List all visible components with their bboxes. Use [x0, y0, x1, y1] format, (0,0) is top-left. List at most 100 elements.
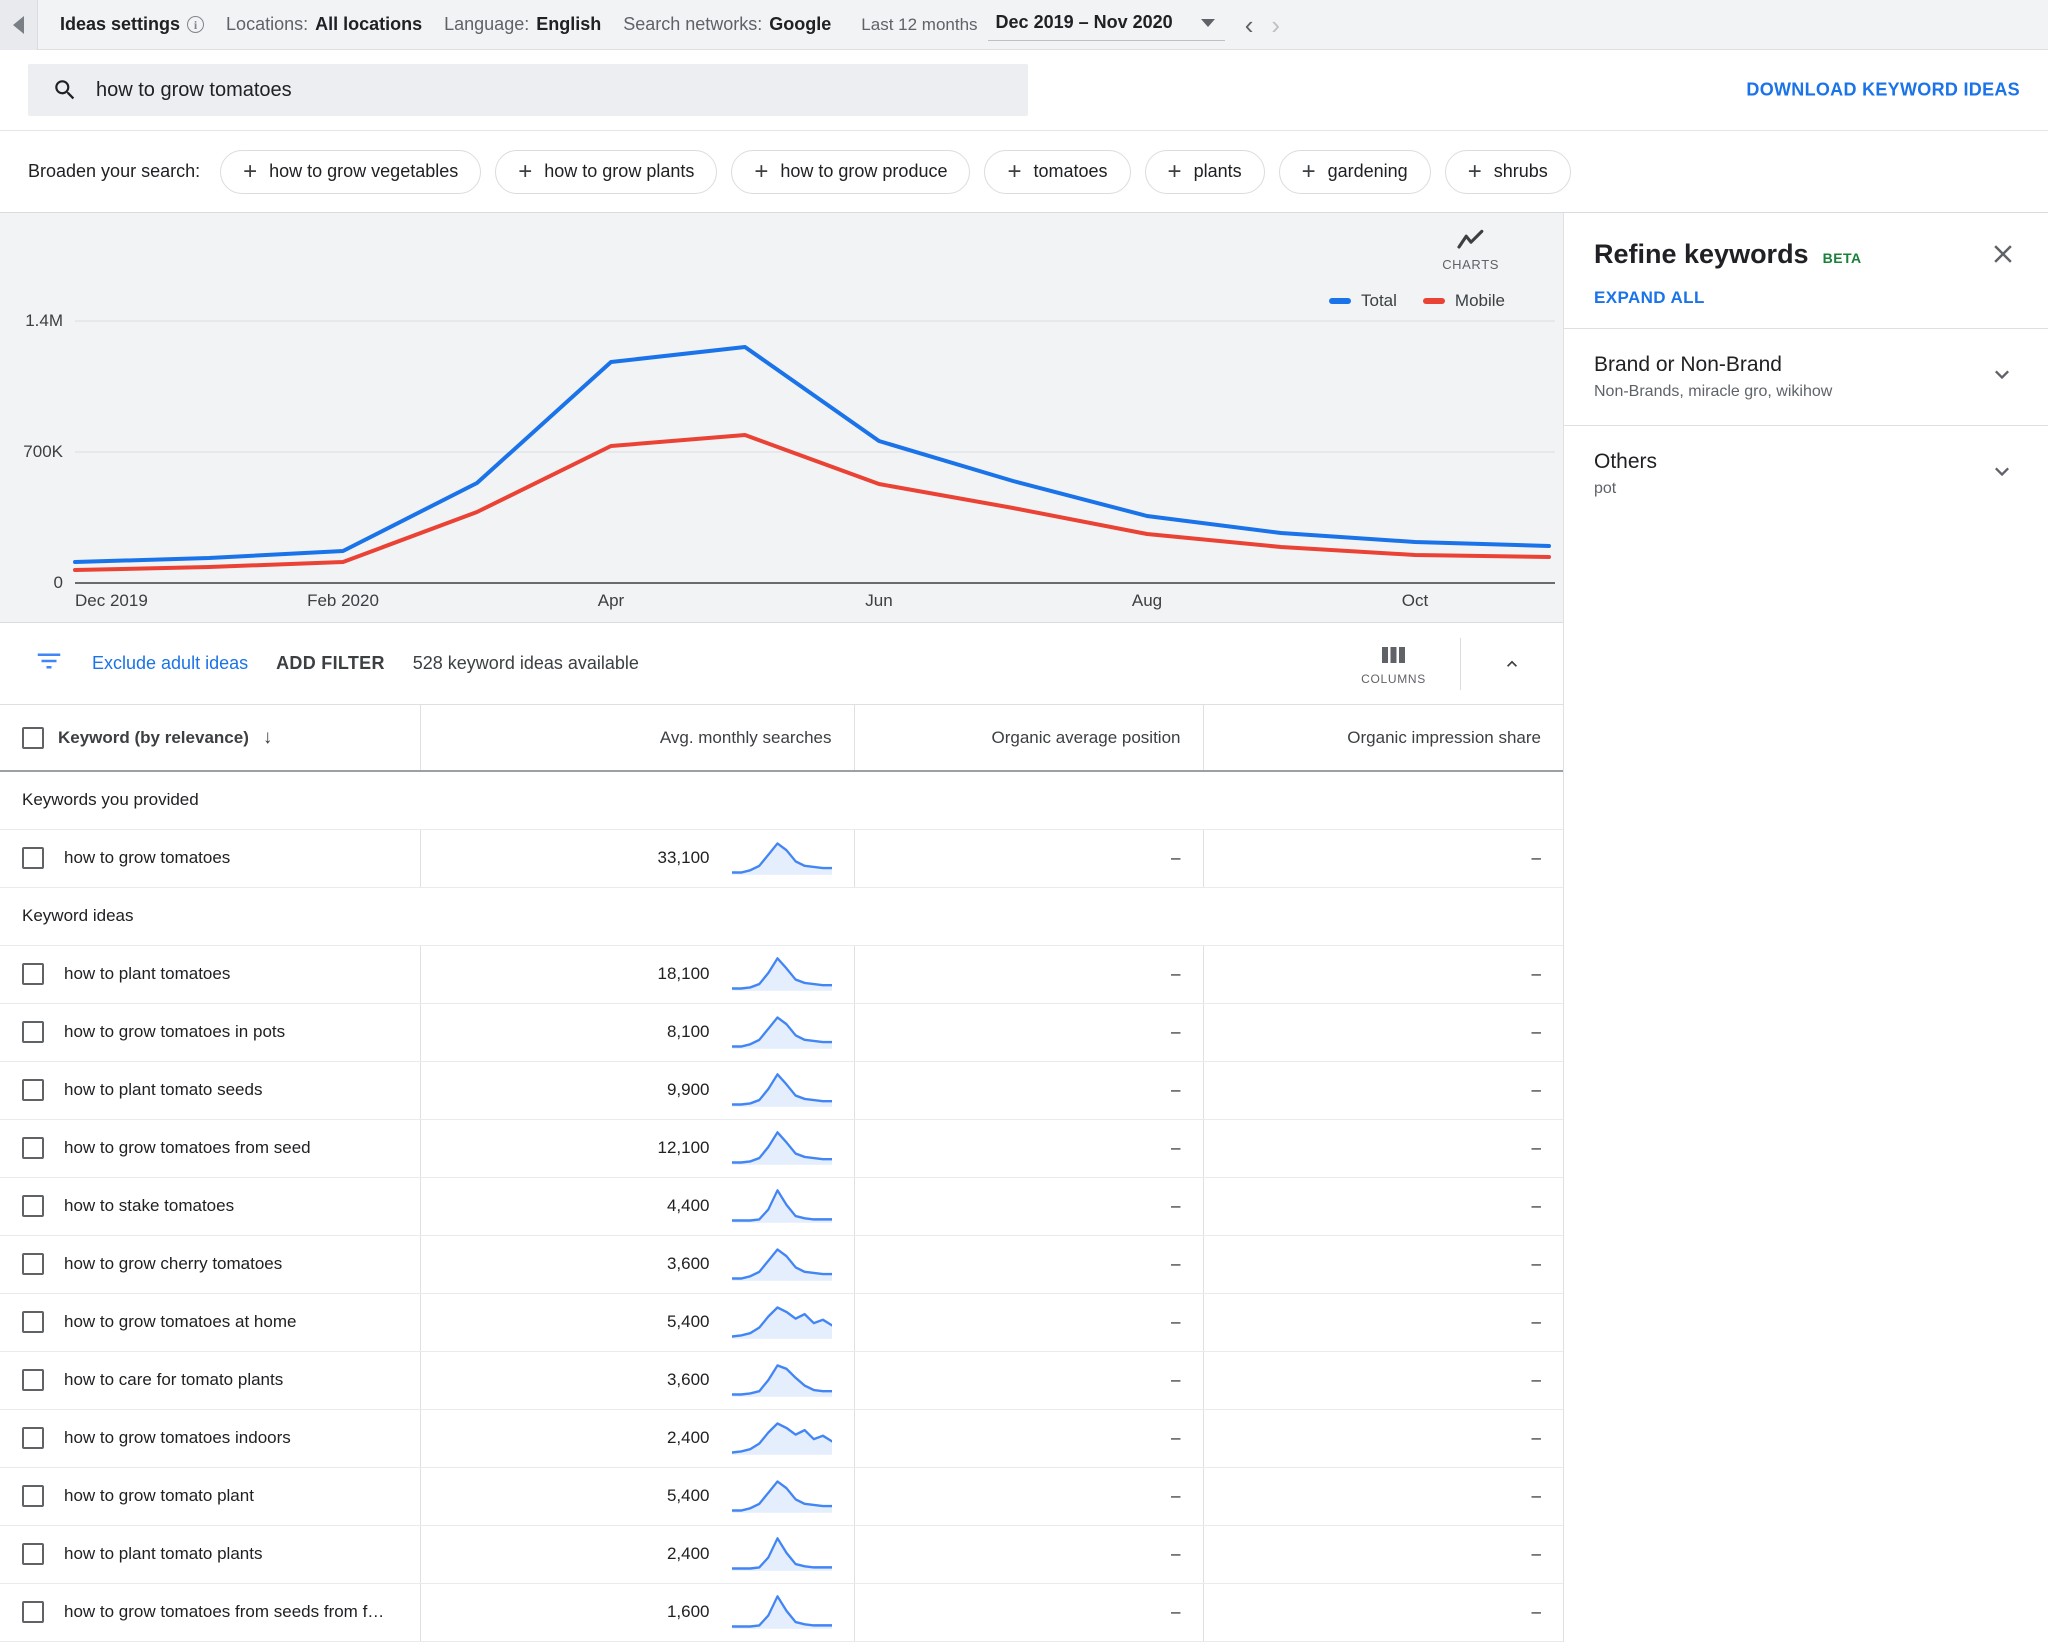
collapse-chart-button[interactable]	[1461, 654, 1563, 674]
table-row[interactable]: how to grow tomatoes at home 5,400 – –	[0, 1293, 1563, 1352]
columns-label: COLUMNS	[1361, 671, 1426, 686]
sparkline-icon	[731, 842, 832, 875]
row-checkbox[interactable]	[22, 1253, 44, 1275]
avg-monthly-searches-value: 3,600	[666, 1254, 710, 1273]
x-axis-labels: Dec 2019 Feb 2020 Apr Jun Aug Oct	[0, 591, 1563, 621]
table-row[interactable]: how to grow tomatoes from seed 12,100 – –	[0, 1119, 1563, 1178]
avg-monthly-searches-value: 8,100	[666, 1022, 710, 1041]
search-networks-filter[interactable]: Search networks: Google	[601, 14, 831, 35]
results-column: CHARTS Total Mobile 0 700K 1.4M Dec 2019…	[0, 213, 1563, 1642]
cell-organic-impression-share: –	[1203, 1583, 1563, 1642]
ideas-settings-button[interactable]: Ideas settings i	[38, 14, 205, 35]
broaden-chip-4[interactable]: + plants	[1144, 149, 1265, 194]
row-checkbox[interactable]	[22, 847, 44, 869]
keyword-search-box[interactable]: how to grow tomatoes	[28, 64, 1028, 116]
funnel-icon[interactable]	[34, 646, 64, 681]
language-label: Language:	[444, 14, 530, 34]
sparkline-icon	[731, 1364, 832, 1397]
column-header-organic-average-position[interactable]: Organic average position	[854, 705, 1204, 772]
broaden-chip-3[interactable]: + tomatoes	[984, 149, 1131, 194]
prev-period-button[interactable]: ‹	[1245, 12, 1254, 38]
table-row[interactable]: how to grow tomatoes indoors 2,400 – –	[0, 1409, 1563, 1468]
expand-all-button[interactable]: EXPAND ALL	[1594, 288, 2018, 308]
sparkline-icon	[731, 1480, 832, 1513]
table-row[interactable]: how to plant tomatoes 18,100 – –	[0, 945, 1563, 1004]
keyword-text: how to grow tomatoes	[64, 848, 231, 867]
ideas-settings-label: Ideas settings	[60, 14, 181, 34]
sparkline-icon	[731, 957, 832, 991]
row-checkbox[interactable]	[22, 1601, 44, 1623]
broaden-chip-0[interactable]: + how to grow vegetables	[220, 149, 482, 194]
table-row[interactable]: how to grow cherry tomatoes 3,600 – –	[0, 1235, 1563, 1294]
exclude-adult-ideas-filter[interactable]: Exclude adult ideas	[92, 653, 248, 674]
refine-section-subtitle: pot	[1594, 480, 1617, 497]
cell-organic-average-position: –	[854, 1119, 1204, 1178]
table-row[interactable]: how to plant tomato seeds 9,900 – –	[0, 1061, 1563, 1120]
refine-section-others[interactable]: Others pot	[1564, 425, 2048, 522]
row-checkbox[interactable]	[22, 1079, 44, 1101]
plus-icon: +	[1167, 157, 1182, 185]
search-row: how to grow tomatoes DOWNLOAD KEYWORD ID…	[0, 50, 2048, 130]
row-checkbox[interactable]	[22, 1311, 44, 1333]
date-range-group: Last 12 months Dec 2019 – Nov 2020	[861, 8, 1225, 41]
language-filter[interactable]: Language: English	[422, 14, 601, 35]
info-icon[interactable]: i	[187, 16, 205, 33]
table-row[interactable]: how to grow tomatoes 33,100 – –	[0, 829, 1563, 888]
broaden-chip-1[interactable]: + how to grow plants	[495, 149, 718, 194]
refine-section-brand-or-non-brand[interactable]: Brand or Non-Brand Non-Brands, miracle g…	[1564, 328, 2048, 425]
back-button[interactable]	[0, 0, 38, 50]
cell-organic-impression-share: –	[1203, 1525, 1563, 1584]
sparkline-icon	[731, 1595, 832, 1629]
keyword-text: how to grow tomatoes from seed	[64, 1138, 311, 1157]
row-checkbox[interactable]	[22, 1137, 44, 1159]
date-nav-arrows: ‹ ›	[1245, 12, 1280, 38]
date-range-value: Dec 2019 – Nov 2020	[995, 12, 1173, 32]
broaden-chip-6[interactable]: + shrubs	[1444, 149, 1571, 194]
cell-avg-monthly-searches: 9,900	[420, 1061, 855, 1120]
table-group-header: Keyword ideas	[0, 887, 1563, 946]
row-checkbox[interactable]	[22, 963, 44, 985]
column-header-organic-impression-share[interactable]: Organic impression share	[1203, 705, 1563, 772]
chevron-down-icon[interactable]	[1988, 458, 2016, 491]
broaden-chip-label: plants	[1193, 161, 1242, 181]
cell-avg-monthly-searches: 12,100	[420, 1119, 855, 1178]
row-checkbox[interactable]	[22, 1485, 44, 1507]
row-checkbox[interactable]	[22, 1543, 44, 1565]
download-keyword-ideas-button[interactable]: DOWNLOAD KEYWORD IDEAS	[1746, 80, 2020, 101]
table-row[interactable]: how to grow tomato plant 5,400 – –	[0, 1467, 1563, 1526]
table-row[interactable]: how to stake tomatoes 4,400 – –	[0, 1177, 1563, 1236]
chart-plot	[73, 320, 1555, 584]
broaden-chip-2[interactable]: + how to grow produce	[731, 149, 971, 194]
table-header-row: Keyword (by relevance) ↓ Avg. monthly se…	[0, 705, 1563, 772]
row-checkbox[interactable]	[22, 1369, 44, 1391]
columns-button[interactable]: COLUMNS	[1327, 643, 1460, 686]
table-row[interactable]: how to grow tomatoes in pots 8,100 – –	[0, 1003, 1563, 1062]
date-range-select[interactable]: Dec 2019 – Nov 2020	[987, 8, 1225, 41]
locations-filter[interactable]: Locations: All locations	[204, 14, 422, 35]
cell-keyword: how to grow tomatoes from seeds from f…	[0, 1583, 421, 1642]
chevron-down-icon[interactable]	[1988, 361, 2016, 394]
avg-monthly-searches-value: 33,100	[657, 848, 710, 867]
column-header-keyword[interactable]: Keyword (by relevance) ↓	[0, 705, 421, 772]
close-icon[interactable]	[1988, 239, 2018, 274]
broaden-chip-label: tomatoes	[1033, 161, 1108, 181]
keyword-text: how to care for tomato plants	[64, 1370, 284, 1389]
cell-organic-impression-share: –	[1203, 1177, 1563, 1236]
row-checkbox[interactable]	[22, 1021, 44, 1043]
triangle-left-icon	[13, 15, 24, 34]
language-value: English	[536, 14, 602, 34]
next-period-button[interactable]: ›	[1271, 12, 1280, 38]
filter-bar: Exclude adult ideas ADD FILTER 528 keywo…	[0, 623, 1563, 705]
row-checkbox[interactable]	[22, 1427, 44, 1449]
row-checkbox[interactable]	[22, 1195, 44, 1217]
broaden-chip-5[interactable]: + gardening	[1278, 149, 1431, 194]
locations-label: Locations:	[226, 14, 309, 34]
search-input[interactable]: how to grow tomatoes	[96, 79, 292, 102]
table-row[interactable]: how to plant tomato plants 2,400 – –	[0, 1525, 1563, 1584]
table-row[interactable]: how to grow tomatoes from seeds from f… 1…	[0, 1583, 1563, 1642]
select-all-checkbox[interactable]	[22, 726, 44, 749]
add-filter-button[interactable]: ADD FILTER	[276, 653, 385, 674]
column-header-avg-monthly-searches[interactable]: Avg. monthly searches	[420, 705, 855, 772]
sparkline-icon	[731, 1016, 832, 1049]
table-row[interactable]: how to care for tomato plants 3,600 – –	[0, 1351, 1563, 1410]
